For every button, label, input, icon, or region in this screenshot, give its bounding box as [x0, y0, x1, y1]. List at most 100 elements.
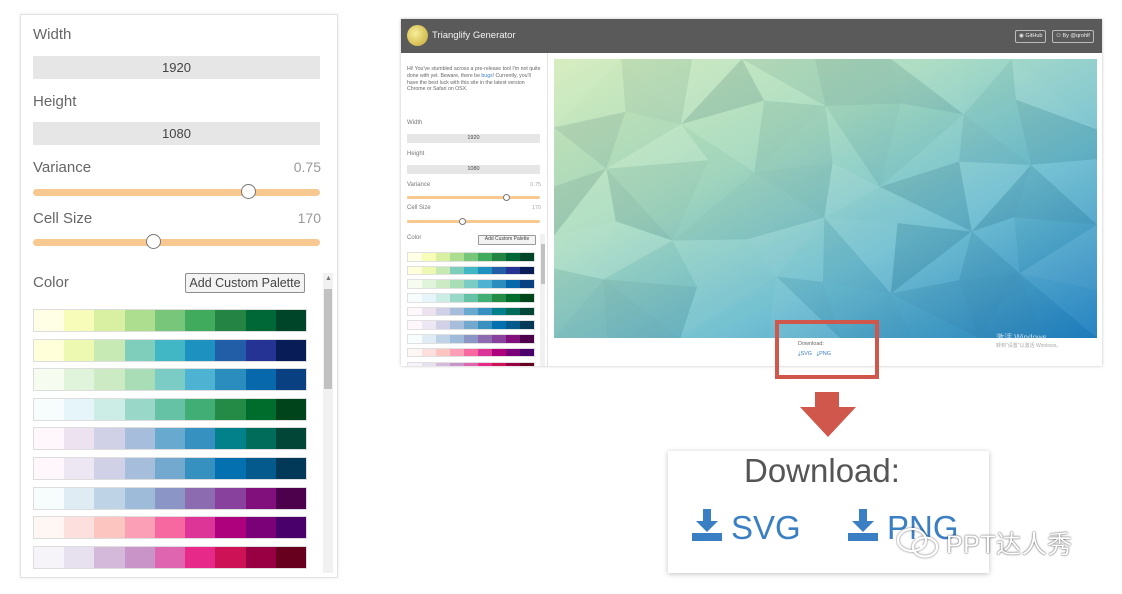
palette-swatch [185, 398, 216, 420]
watermark-text: PPT达人秀 [946, 531, 1073, 559]
palette-swatch [450, 335, 464, 343]
scrollbar-thumb[interactable] [324, 289, 332, 389]
palette-swatch [185, 487, 216, 509]
palette-row[interactable] [407, 361, 535, 366]
wechat-icon [896, 527, 939, 558]
variance-slider-thumb[interactable] [503, 193, 511, 201]
palette-swatch [478, 266, 492, 275]
palette-row[interactable] [407, 279, 535, 289]
github-button[interactable]: ◉ GitHub [1015, 30, 1047, 43]
variance-slider[interactable] [407, 193, 540, 201]
palette-swatch [275, 339, 306, 361]
palette-swatch [34, 517, 65, 539]
cellsize-slider-thumb[interactable] [146, 234, 162, 249]
cellsize-slider[interactable] [407, 217, 540, 225]
down-arrow-shaft [815, 392, 839, 408]
palette-swatch [154, 398, 186, 420]
bugs-link[interactable]: bugs [481, 73, 492, 79]
down-arrow-icon [800, 407, 856, 437]
palette-swatch [64, 369, 95, 391]
app-window: Trianglify Generator ◉ GitHub ⚇ By @qroh… [401, 19, 1102, 366]
palette-swatch [422, 307, 436, 316]
add-custom-palette-button[interactable]: Add Custom Palette [478, 235, 536, 245]
palette-swatch [450, 266, 464, 275]
palette-swatch [478, 280, 492, 288]
palette-swatch [154, 310, 186, 331]
palette-swatch [64, 487, 95, 509]
palette-swatch [436, 253, 450, 261]
palette-row[interactable] [407, 252, 535, 262]
palette-swatch [422, 253, 436, 261]
palette-row[interactable] [33, 309, 307, 332]
palette-swatch [275, 457, 306, 479]
palette-swatch [422, 321, 436, 329]
palette-swatch [520, 321, 534, 329]
palette-row[interactable] [407, 306, 535, 317]
cellsize-slider[interactable] [33, 234, 320, 249]
palette-row[interactable] [33, 486, 307, 510]
palette-row[interactable] [33, 368, 307, 392]
palette-swatch [215, 428, 246, 450]
palette-swatch [450, 321, 464, 329]
width-input[interactable]: 1920 [407, 134, 540, 143]
palette-swatch [124, 457, 155, 479]
palette-swatch [275, 487, 306, 509]
palette-scrollbar[interactable] [540, 234, 545, 366]
palette-row[interactable] [407, 293, 535, 303]
scrollbar-thumb[interactable] [540, 244, 545, 284]
palette-swatch [34, 457, 65, 479]
add-custom-palette-button[interactable]: Add Custom Palette [185, 273, 305, 293]
palette-row[interactable] [33, 397, 307, 421]
cellsize-slider-thumb[interactable] [459, 217, 467, 225]
height-input[interactable]: 1080 [407, 165, 540, 174]
palette-swatch [492, 253, 506, 261]
palette-swatch [124, 487, 155, 509]
height-input[interactable]: 1080 [33, 122, 320, 145]
variance-label: Variance [33, 159, 92, 176]
palette-swatch [185, 339, 216, 361]
download-title: Download: [744, 452, 900, 489]
palette-swatch [185, 457, 216, 479]
palette-swatch [506, 280, 520, 288]
palette-row[interactable] [407, 320, 535, 330]
palette-scrollbar[interactable]: ▲ [323, 273, 333, 573]
palette-swatch [436, 280, 450, 288]
palette-swatch [506, 348, 520, 357]
palette-swatch [34, 487, 65, 509]
variance-slider-thumb[interactable] [240, 184, 256, 199]
palette-swatch [215, 457, 246, 479]
scroll-up-icon[interactable]: ▲ [325, 275, 332, 282]
palette-swatch [215, 487, 246, 509]
palette-swatch [478, 253, 492, 261]
palette-row[interactable] [33, 456, 307, 480]
palette-swatch [215, 546, 246, 568]
palette-row[interactable] [33, 338, 307, 362]
download-svg-link[interactable]: SVG [692, 509, 801, 547]
palette-swatch [450, 294, 464, 302]
palette-swatch [408, 280, 422, 288]
palette-swatch [436, 307, 450, 316]
palette-swatch [506, 253, 520, 261]
palette-list [33, 309, 307, 575]
palette-swatch [492, 294, 506, 302]
palette-row[interactable] [33, 545, 307, 569]
palette-swatch [492, 266, 506, 275]
palette-swatch [185, 428, 216, 450]
palette-row[interactable] [33, 516, 307, 540]
palette-row[interactable] [33, 427, 307, 451]
variance-slider[interactable] [33, 184, 320, 199]
palette-swatch [124, 517, 155, 539]
palette-row[interactable] [407, 347, 535, 358]
logo-icon [407, 25, 428, 46]
palette-swatch [215, 369, 246, 391]
author-button[interactable]: ⚇ By @qrohlf [1052, 30, 1094, 43]
palette-swatch [154, 369, 186, 391]
palette-row[interactable] [407, 265, 535, 276]
activate-windows-hint: 转到"设置"以激活 Windows。 [996, 343, 1062, 349]
palette-swatch [215, 339, 246, 361]
palette-swatch [34, 546, 65, 568]
palette-swatch [436, 294, 450, 302]
palette-row[interactable] [407, 334, 535, 344]
palette-swatch [464, 307, 478, 316]
width-input[interactable]: 1920 [33, 56, 320, 79]
